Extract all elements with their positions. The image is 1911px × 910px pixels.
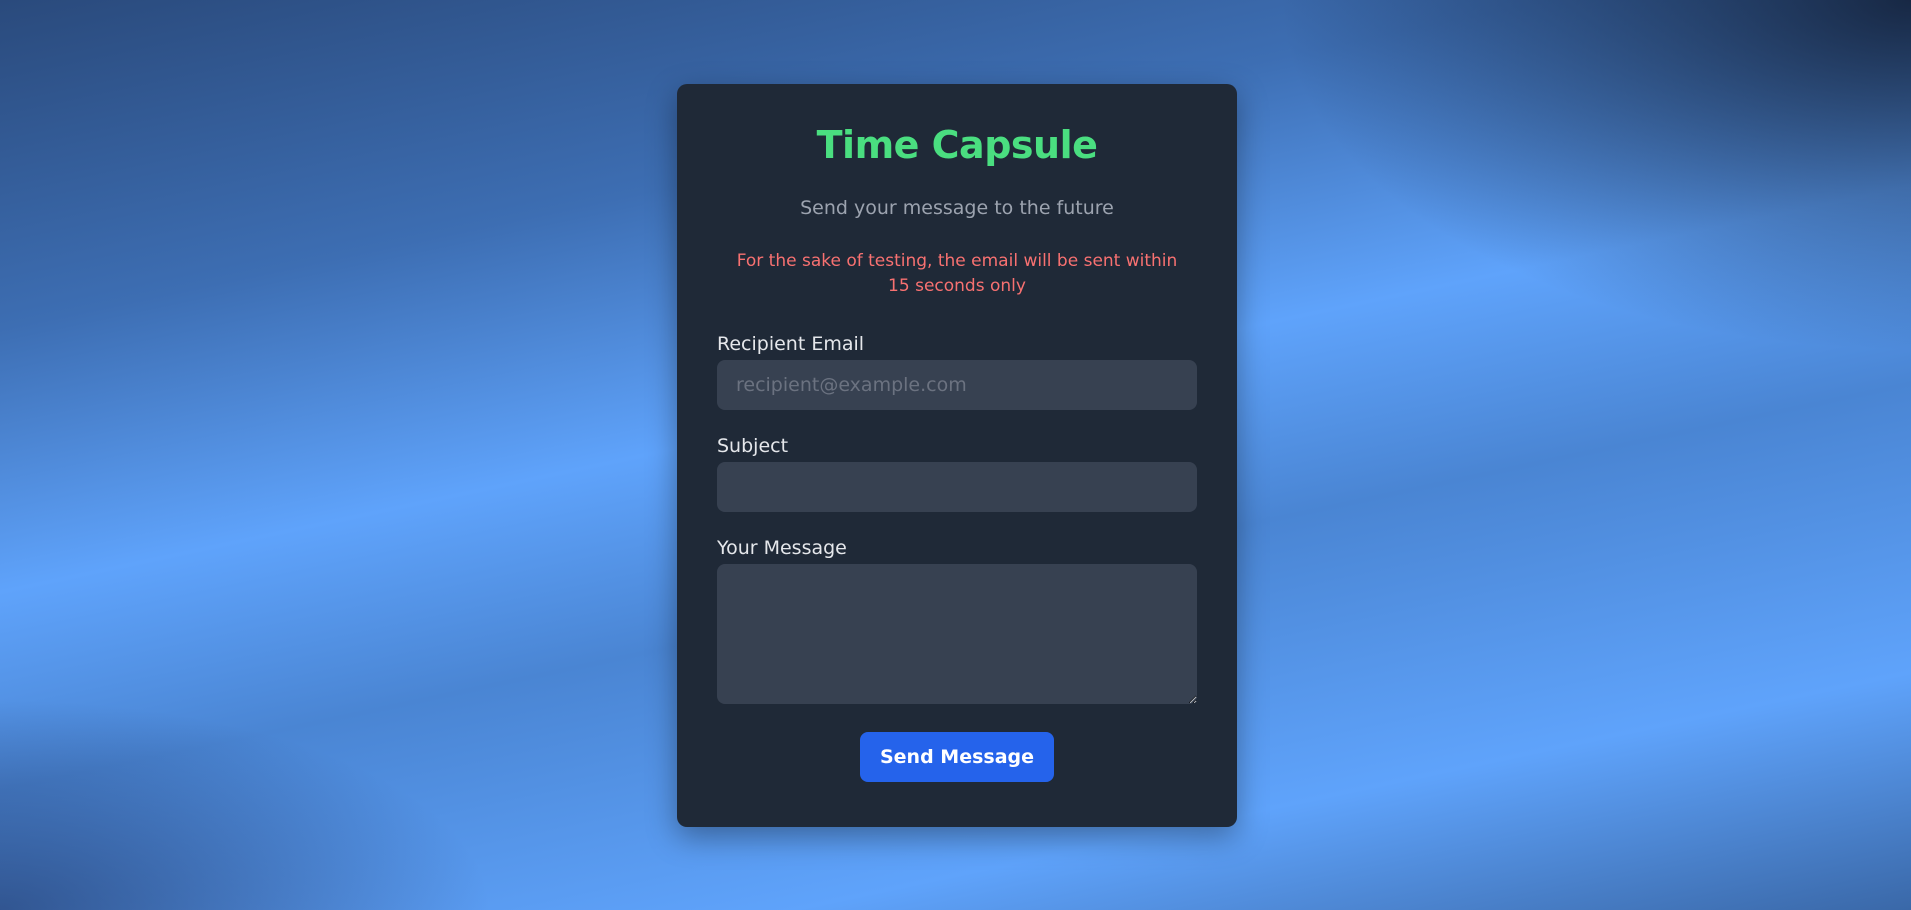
recipient-email-label: Recipient Email [717,333,865,355]
message-textarea[interactable] [717,564,1197,704]
submit-row: Send Message [717,732,1197,782]
message-label: Your Message [717,537,847,559]
subject-field: Subject [717,434,1197,512]
message-field: Your Message [717,536,1197,704]
send-message-button[interactable]: Send Message [859,732,1055,782]
subject-input[interactable] [717,462,1197,512]
recipient-email-field: Recipient Email [717,332,1197,410]
page-subtitle: Send your message to the future [800,197,1114,219]
page-title: Time Capsule [816,123,1098,167]
time-capsule-card: Time Capsule Send your message to the fu… [677,84,1237,827]
testing-notice: For the sake of testing, the email will … [736,251,1178,296]
message-form: Recipient Email Subject Your Message Sen… [717,332,1197,782]
subject-label: Subject [717,435,789,457]
recipient-email-input[interactable] [717,360,1197,410]
